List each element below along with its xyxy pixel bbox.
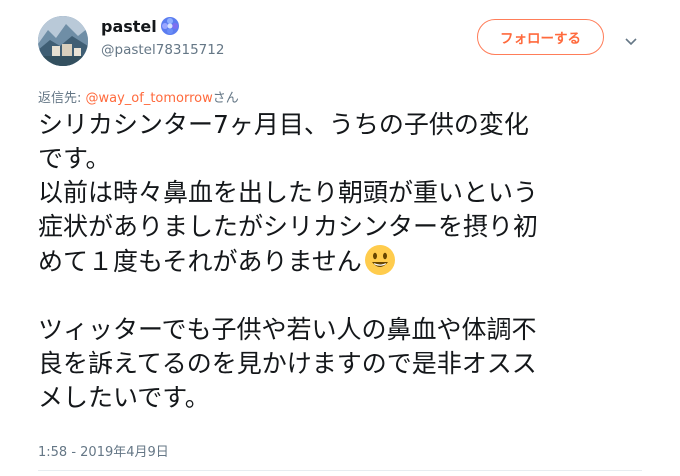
tweet-line: 以前は時々鼻血を出したり朝頭が重いという xyxy=(38,178,539,207)
avatar-image xyxy=(38,16,88,66)
reply-context: 返信先: @way_of_tomorrowさん xyxy=(38,87,239,106)
tweet-line: です。 xyxy=(38,144,111,173)
reply-prefix: 返信先: xyxy=(38,91,86,106)
user-handle[interactable]: @pastel78315712 xyxy=(101,42,224,58)
tweet-line: メしたいです。 xyxy=(38,383,210,412)
tweet-line: ツィッターでも子供や若い人の鼻血や体調不 xyxy=(38,315,537,344)
smiling-face-emoji-icon xyxy=(364,244,396,276)
blue-gem-icon xyxy=(160,16,180,36)
avatar[interactable] xyxy=(38,16,88,66)
reply-target-link[interactable]: @way_of_tomorrow xyxy=(86,91,213,106)
follow-button[interactable]: フォローする xyxy=(477,19,604,55)
tweet-text: シリカシンター7ヶ月目、うちの子供の変化 です。 以前は時々鼻血を出したり朝頭が… xyxy=(38,108,648,415)
tweet-line: 症状がありましたがシリカシンターを摂り初 xyxy=(38,212,539,241)
tweet-line: シリカシンター7ヶ月目、うちの子供の変化 xyxy=(38,110,529,139)
reply-suffix: さん xyxy=(212,91,239,106)
tweet-line-with-emoji: めて１度もそれがありません xyxy=(38,244,648,279)
timestamp[interactable]: 1:58 - 2019年4月9日 xyxy=(38,441,169,460)
divider xyxy=(38,470,642,471)
tweet-line: 良を訴えてるのを見かけますので是非オスス xyxy=(38,349,537,378)
chevron-down-icon[interactable] xyxy=(624,32,638,46)
display-name[interactable]: pastel xyxy=(101,17,157,36)
tweet-line: めて１度もそれがありません xyxy=(38,247,362,276)
user-name-row[interactable]: pastel xyxy=(101,16,180,36)
